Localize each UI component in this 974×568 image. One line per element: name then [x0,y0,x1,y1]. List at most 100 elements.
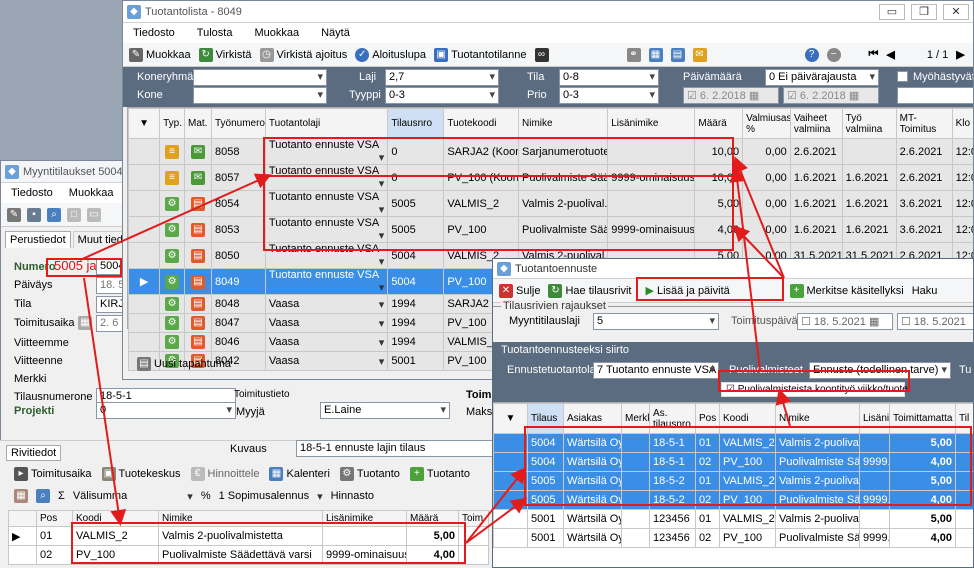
dropdown-arrow-icon[interactable]: ▾ [379,229,385,242]
menu-tulosta[interactable]: Tulosta [197,27,233,39]
koneryhma-select[interactable] [193,69,327,86]
col-typ-[interactable]: Typ. [159,108,185,139]
calendar-icon[interactable]: ▦ [78,316,92,330]
col-työnumero[interactable]: Työnumero [210,108,266,139]
col-tilaus[interactable]: Tilaus [527,403,564,434]
row-selector[interactable] [8,545,37,565]
projekti-select[interactable]: 0 [96,402,236,419]
tuotekeskus-button[interactable]: ▣ Tuotekeskus [101,467,181,481]
tuotanto-button[interactable]: ⚙ Tuotanto [339,467,400,481]
col-vaiheet-valmiina[interactable]: Vaiheet valmiina [789,108,843,139]
col-tilausnro[interactable]: Tilausnro [387,108,445,139]
search-icon[interactable]: ⌕ [36,489,50,503]
puolivalmisteet-select[interactable]: Ennuste (todellinen tarve) [809,362,951,379]
table-row[interactable]: 5001 Wärtsilä Oyj 123456 01 VALMIS_2 Valmis 2… [493,509,973,529]
myohastyvat-checkbox[interactable] [897,71,908,82]
hae-tilausrivit-button[interactable]: ↻ Hae tilausrivit [548,283,632,298]
dropdown-arrow-icon[interactable]: ▾ [379,151,385,164]
table-row[interactable]: 5004 Wärtsilä Oyj 18-5-1 02 PV_100 Puolivalmi… [493,452,973,472]
uusi-tapahtuma-button[interactable]: ▤ Uusi tapahtuma [137,357,231,371]
col-pos[interactable]: Pos [695,403,720,434]
toimituspaiva-to[interactable]: ☐ 18. 5.2021 [897,313,973,330]
link-icon[interactable]: ⚭ [626,47,641,62]
extra-field[interactable] [897,87,973,104]
hinnoittele-button[interactable]: € Hinnoittele [190,467,259,481]
row-selector[interactable] [127,138,161,165]
table-row[interactable]: ▶ 01 VALMIS_2 Valmis 2-puolivalmistetta 5,00 [8,526,489,546]
restore-icon[interactable]: ❐ [911,3,937,20]
row-selector[interactable]: ▶ [8,526,37,546]
valisumma-select[interactable]: Välisumma [73,490,193,503]
date-from-field[interactable]: ☑ 6. 2.2018 ▦ [683,87,779,104]
row-selector[interactable] [493,452,528,472]
virkista-ajoitus-button[interactable]: ◷ Virkistä ajoitus [259,47,347,62]
table-row[interactable]: 5005 Wärtsilä Oyj 18-5-2 01 VALMIS_2 Valmis 2… [493,471,973,491]
table-row[interactable]: 5001 Wärtsilä Oyj 123456 02 PV_100 Puolivalmi… [493,528,973,548]
search-icon[interactable]: ⌕ [47,207,61,222]
col-pos[interactable]: Pos [36,510,73,527]
note-icon[interactable]: ✉ [692,47,707,62]
col-määrä[interactable]: Määrä [694,108,744,139]
row-selector[interactable]: ▶ [127,268,161,295]
minimize-icon[interactable]: ▭ [879,3,905,20]
virkista-button[interactable]: ↻ Virkistä [198,47,252,62]
edit-icon[interactable]: ✎ [7,207,21,222]
col-nimike[interactable]: Nimike [158,510,323,527]
prev-page-icon[interactable]: ◀ [886,48,894,61]
col-valmiusaste-[interactable]: Valmiusaste % [742,108,791,139]
menu-muokkaa[interactable]: Muokkaa [254,27,299,39]
report-icon[interactable]: ▤ [670,47,685,62]
table-row[interactable]: ≡ ✉ 8057 Tuotanto ennuste VSA ▾ 0 PV_100 (Koon… [127,164,973,191]
date-to-field[interactable]: ☑ 6. 2.2018 ▦ [783,87,879,104]
close-icon[interactable]: ✕ [943,3,969,20]
koontityo-checkbox-row[interactable]: ☑ Puolivalmisteista koontityö viikko/tuo… [721,382,908,397]
col-työ-valmiina[interactable]: Työ valmiina [841,108,897,139]
col-maara[interactable]: Määrä [406,510,459,527]
prio-select[interactable]: 0-3 [559,87,659,104]
kalenteri-button[interactable]: ▦ Kalenteri [269,467,330,481]
row-selector[interactable] [493,528,528,548]
row-selector[interactable] [127,313,161,333]
col-asiakas[interactable]: Asiakas [563,403,622,434]
row-selector[interactable] [127,332,161,352]
col-klo[interactable]: Klo [951,108,973,139]
col-tuotekoodi[interactable]: Tuotekoodi [443,108,520,139]
table-row[interactable]: 02 PV_100 Puolivalmiste Säädettävä varsi 99… [8,545,489,565]
table-row[interactable]: 5005 Wärtsilä Oyj 18-5-2 02 PV_100 Puolivalmi… [493,490,973,510]
col-mt-toimitus[interactable]: MT-Toimitus [895,108,953,139]
row-selector[interactable] [493,433,528,453]
grid-icon[interactable]: ▦ [14,489,28,503]
row-selector[interactable] [127,190,161,217]
laji-select[interactable]: 2,7 [385,69,499,86]
table-row[interactable]: 5004 Wärtsilä Oyj 18-5-1 01 VALMIS_2 Valmis 2… [493,433,973,453]
menu-tiedosto[interactable]: Tiedosto [11,187,53,199]
col-nimike[interactable]: Nimike [518,108,609,139]
first-page-icon[interactable]: ⏮ [869,48,879,61]
col-til[interactable]: Til [955,403,973,434]
sulje-button[interactable]: ✕ Sulje [499,283,540,298]
col-merkki[interactable]: Merkki [621,403,650,434]
rivitiedot-tab[interactable]: Rivitiedot [6,445,62,461]
col-koodi[interactable]: Koodi [719,403,776,434]
calculator-icon[interactable]: ▦ [648,47,663,62]
col-toim[interactable]: Toim [458,510,489,527]
col-tuotantolaji[interactable]: Tuotantolaji [264,108,389,139]
row-selector[interactable] [127,216,161,243]
col-as-tilausnro[interactable]: As. tilausnro [649,403,696,434]
save-icon[interactable]: ▪ [27,207,41,222]
row-selector[interactable] [127,242,161,269]
table-row[interactable]: ⚙ ▤ 8053 Tuotanto ennuste VSA ▾ 5005 PV_100 Puo… [127,216,973,243]
kuvaus-field[interactable]: 18-5-1 ennuste lajin tilaus [296,440,496,457]
row-selector[interactable] [493,471,528,491]
row-selector[interactable] [493,490,528,510]
col-toimittamatta[interactable]: Toimittamatta [889,403,956,434]
col-mat-[interactable]: Mat. [184,108,212,139]
menu-muokkaa[interactable]: Muokkaa [69,187,114,199]
paivamaara-select[interactable]: 0 Ei päivärajausta [765,69,879,86]
dropdown-arrow-icon[interactable]: ▾ [379,255,385,268]
tuotanto-add-button[interactable]: + Tuotanto [409,467,470,481]
copy-icon[interactable]: ▭ [87,207,101,222]
haku-button[interactable]: Haku [912,285,938,297]
row-selector[interactable] [127,164,161,191]
col-koodi[interactable]: Koodi [72,510,159,527]
